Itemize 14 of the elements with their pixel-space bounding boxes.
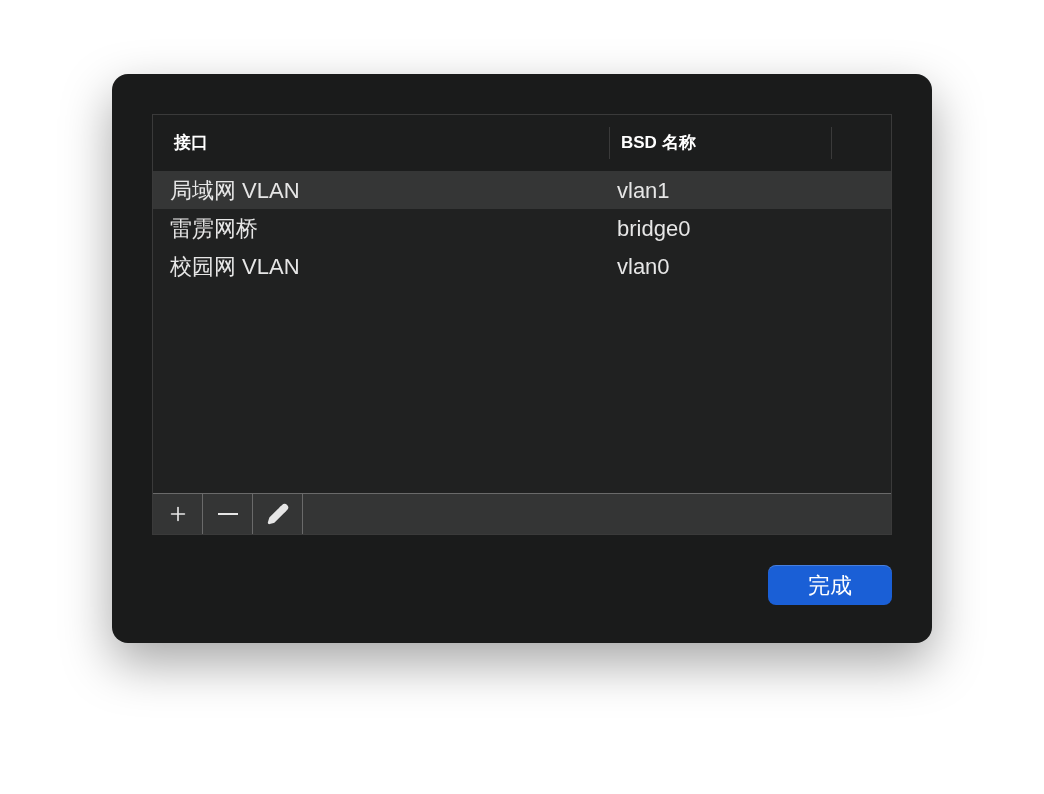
table-cell: vlan0 xyxy=(617,253,670,279)
table-cell: vlan1 xyxy=(617,177,670,203)
column-header[interactable]: 接口 xyxy=(174,130,208,156)
table-cell: 校园网 VLAN xyxy=(170,253,300,279)
pencil-icon xyxy=(266,503,289,525)
table-cell: bridge0 xyxy=(617,215,691,241)
minus-icon xyxy=(217,513,238,515)
table-row[interactable]: 雷雳网桥 bridge0 xyxy=(153,209,891,247)
table-cell: 局域网 VLAN xyxy=(170,177,300,203)
column-header[interactable]: BSD 名称 xyxy=(621,130,696,156)
table-row[interactable]: 校园网 VLAN vlan0 xyxy=(153,247,891,285)
done-button[interactable]: 完成 xyxy=(768,565,892,605)
table-row[interactable]: 局域网 VLAN vlan1 xyxy=(153,171,891,209)
table-cell: 雷雳网桥 xyxy=(170,215,258,241)
